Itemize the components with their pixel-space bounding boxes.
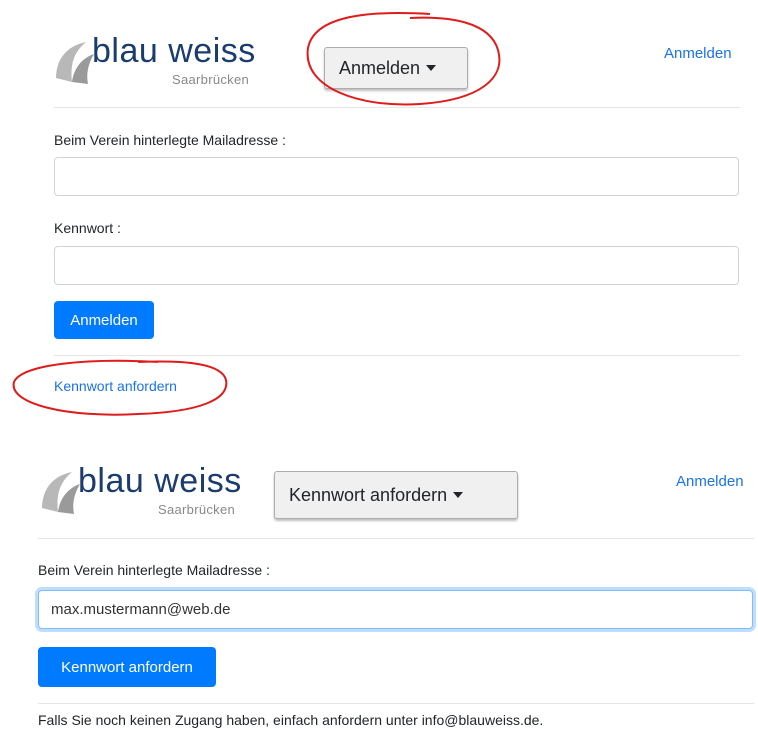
header-divider: [38, 538, 754, 539]
club-logo[interactable]: blau weiss Saarbrücken: [38, 462, 268, 528]
dropdown-label: Kennwort anfordern: [289, 484, 448, 505]
email-label: Beim Verein hinterlegte Mailadresse :: [38, 562, 270, 578]
logo-title: blau weiss: [78, 462, 242, 500]
request-panel: blau weiss Saarbrücken Kennwort anforder…: [0, 440, 758, 745]
form-divider: [38, 703, 754, 704]
email-field[interactable]: [38, 590, 753, 629]
request-password-link[interactable]: Kennwort anfordern: [54, 378, 177, 394]
club-logo[interactable]: blau weiss Saarbrücken: [52, 32, 282, 98]
login-dropdown-button[interactable]: Anmelden: [324, 47, 468, 89]
request-submit-button[interactable]: Kennwort anfordern: [38, 647, 216, 687]
logo-subtitle: Saarbrücken: [158, 502, 236, 517]
footer-info: Falls Sie noch keinen Zugang haben, einf…: [38, 712, 544, 728]
logo-subtitle: Saarbrücken: [172, 72, 250, 87]
nav-login-link[interactable]: Anmelden: [664, 45, 732, 62]
caret-down-icon: [426, 65, 437, 71]
login-panel: blau weiss Saarbrücken Anmelden Anmelden…: [0, 0, 758, 420]
club-logo-icon: [42, 472, 80, 514]
header-divider: [54, 107, 740, 108]
email-field[interactable]: [54, 157, 739, 196]
password-label: Kennwort :: [54, 220, 121, 236]
request-dropdown-button[interactable]: Kennwort anfordern: [274, 471, 518, 519]
form-divider: [54, 355, 740, 356]
logo-title: blau weiss: [92, 32, 256, 70]
password-field[interactable]: [54, 246, 739, 285]
email-label: Beim Verein hinterlegte Mailadresse :: [54, 132, 286, 148]
nav-login-link[interactable]: Anmelden: [676, 473, 744, 490]
login-submit-button[interactable]: Anmelden: [54, 301, 154, 339]
caret-down-icon: [453, 492, 464, 498]
club-logo-icon: [56, 42, 94, 84]
dropdown-label: Anmelden: [339, 57, 421, 78]
